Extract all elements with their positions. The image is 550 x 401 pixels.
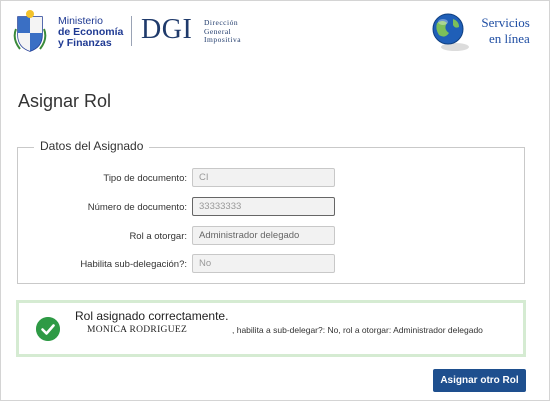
- assignment-detail: , habilita a sub-delegar?: No, rol a oto…: [232, 325, 483, 335]
- document-type-label: Tipo de documento:: [103, 173, 187, 184]
- document-number-label: Número de documento:: [87, 202, 187, 213]
- success-message-box: Rol asignado correctamente. MONICA RODRI…: [16, 300, 526, 357]
- dgi-logo: DGI: [141, 14, 193, 45]
- ministry-line-3: y Finanzas: [58, 37, 112, 49]
- ministry-name: Ministerio de Economía y Finanzas: [58, 16, 123, 49]
- role-label: Rol a otorgar:: [129, 231, 187, 242]
- header: Ministerio de Economía y Finanzas DGI Di…: [1, 1, 550, 63]
- services-line-2: en línea: [489, 31, 530, 46]
- page-title: Asignar Rol: [18, 91, 112, 111]
- header-divider: [131, 16, 132, 46]
- subdelegation-label: Habilita sub-delegación?:: [80, 259, 187, 270]
- uruguay-coat-of-arms-logo: [13, 10, 47, 52]
- services-line-1: Servicios: [481, 15, 530, 30]
- role-field[interactable]: [192, 226, 335, 245]
- assign-another-role-button[interactable]: Asignar otro Rol: [433, 369, 526, 392]
- globe-icon: [432, 13, 469, 51]
- dgi-sub-3: Impositiva: [204, 35, 242, 44]
- subdelegation-field[interactable]: [192, 254, 335, 273]
- document-number-field[interactable]: [192, 197, 335, 216]
- assignee-name: MONICA RODRIGUEZ: [87, 325, 188, 335]
- document-type-field[interactable]: [192, 168, 335, 187]
- checkmark-icon: [36, 317, 60, 341]
- dgi-subtitle: Dirección General Impositiva: [204, 18, 242, 45]
- page-frame: Ministerio de Economía y Finanzas DGI Di…: [0, 0, 550, 401]
- services-online-logo: Servicios en línea: [471, 15, 530, 47]
- assignee-legend: Datos del Asignado: [34, 139, 150, 153]
- success-title: Rol asignado correctamente.: [75, 309, 229, 323]
